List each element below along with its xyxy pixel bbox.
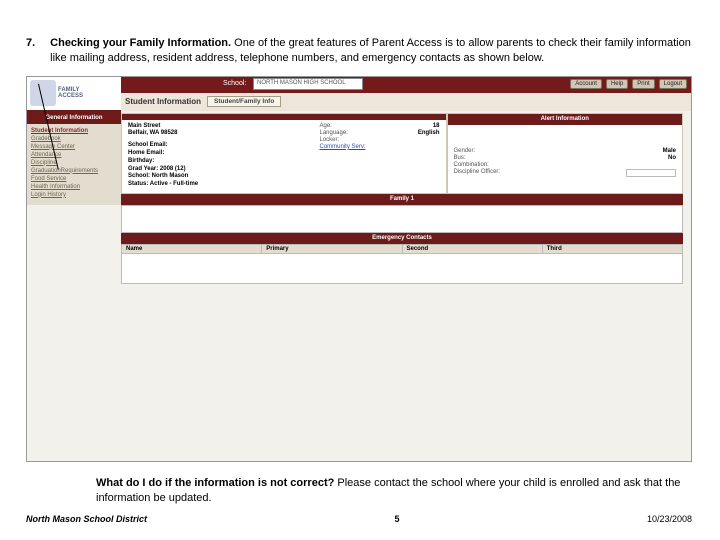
col-second: Second bbox=[403, 245, 543, 253]
outro-title: What do I do if the information is not c… bbox=[96, 477, 334, 489]
sidebar-nav: Student Information Gradebook Message Ce… bbox=[27, 124, 121, 205]
home-email: Home Email: bbox=[128, 150, 320, 158]
col-name: Name bbox=[122, 245, 262, 253]
birthday: Birthday: bbox=[128, 158, 320, 166]
help-button[interactable]: Help bbox=[606, 79, 628, 89]
sidebar-item-student-info[interactable]: Student Information bbox=[31, 127, 117, 135]
sidebar-item-foodservice[interactable]: Food Service bbox=[31, 175, 117, 183]
addr-line2: Belfair, WA 98528 bbox=[128, 130, 320, 138]
page-title: Student Information bbox=[125, 97, 201, 106]
alert-band: Alert Information bbox=[448, 114, 683, 125]
logout-button[interactable]: Logout bbox=[659, 79, 687, 89]
sidebar-item-attendance[interactable]: Attendance bbox=[31, 151, 117, 159]
page-number: 5 bbox=[394, 514, 399, 524]
family-band: Family 1 bbox=[121, 194, 683, 205]
addr-line1: Main Street bbox=[128, 123, 320, 131]
sidebar-item-health[interactable]: Health Information bbox=[31, 183, 117, 191]
alert-info-panel: Alert Information Gender:Male Bus:No Com… bbox=[447, 113, 684, 194]
step-number: 7. bbox=[26, 36, 36, 66]
intro-paragraph: 7. Checking your Family Information. One… bbox=[26, 36, 692, 66]
sidebar-item-discipline[interactable]: Discipline bbox=[31, 159, 117, 167]
outro-paragraph: What do I do if the information is not c… bbox=[96, 476, 692, 506]
footer-date: 10/23/2008 bbox=[647, 514, 692, 524]
grad-year: Grad Year: 2008 (12) bbox=[128, 166, 320, 174]
sidebar-item-messages[interactable]: Message Center bbox=[31, 143, 117, 151]
tab-student-family[interactable]: Student/Family Info bbox=[207, 96, 281, 107]
col-primary: Primary bbox=[262, 245, 402, 253]
school-label: School: bbox=[217, 77, 252, 90]
app-screenshot: 8. School: NORTH MASON HIGH SCHOOL Accou… bbox=[26, 76, 692, 463]
page-header: Student Information Student/Family Info bbox=[121, 93, 691, 111]
status: Status: Active - Full-time bbox=[128, 181, 320, 189]
col-third: Third bbox=[543, 245, 682, 253]
footer-org: North Mason School District bbox=[26, 514, 147, 524]
general-info-panel: Main Street Belfair, WA 98528 School Ema… bbox=[121, 113, 447, 194]
sidebar-item-gradreq[interactable]: GraduationRequirements bbox=[31, 167, 117, 175]
family-panel bbox=[121, 205, 683, 233]
page-footer: North Mason School District 5 10/23/2008 bbox=[26, 514, 692, 524]
community-serv-link[interactable]: Community Serv: bbox=[320, 144, 440, 150]
school-name: School: North Mason bbox=[128, 173, 320, 181]
print-button[interactable]: Print bbox=[632, 79, 654, 89]
school-email: School Email: bbox=[128, 142, 320, 150]
sidebar-item-loginhist[interactable]: Login History bbox=[31, 191, 117, 199]
sidebar-item-gradebook[interactable]: Gradebook bbox=[31, 135, 117, 143]
emergency-band: Emergency Contacts bbox=[121, 233, 683, 244]
intro-title: Checking your Family Information. bbox=[50, 37, 231, 49]
school-select[interactable]: NORTH MASON HIGH SCHOOL bbox=[253, 78, 363, 90]
emergency-header-row: Name Primary Second Third bbox=[121, 244, 683, 254]
sidebar-header: General Information bbox=[27, 113, 121, 124]
account-button[interactable]: Account bbox=[570, 79, 602, 89]
emergency-body bbox=[121, 254, 683, 284]
